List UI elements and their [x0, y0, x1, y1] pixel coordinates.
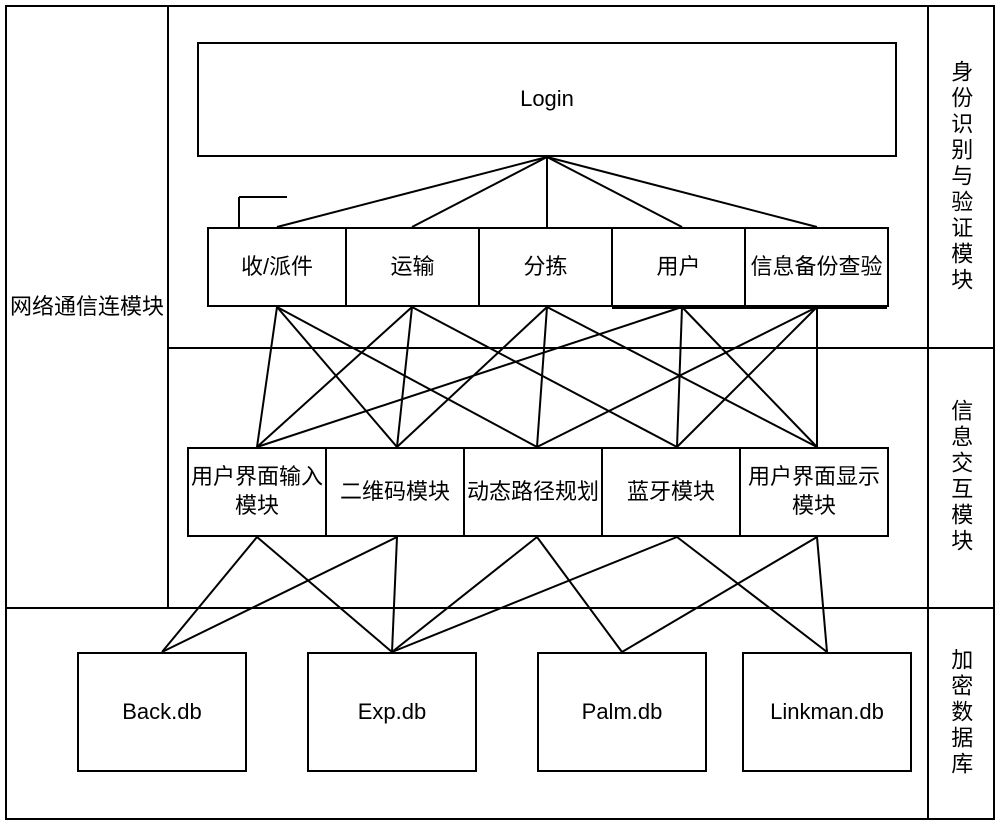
- mid-item-4: 用户界面显示模块: [739, 447, 889, 537]
- top-item-3: 用户: [611, 227, 746, 307]
- section1-label: 身份识别与验证模块: [927, 7, 993, 347]
- db-item-0: Back.db: [77, 652, 247, 772]
- db-item-1-text: Exp.db: [358, 698, 427, 727]
- top-item-4-text: 信息备份查验: [750, 253, 882, 282]
- divider-2: [7, 607, 993, 609]
- top-item-1-text: 运输: [390, 253, 434, 282]
- db-item-2: Palm.db: [537, 652, 707, 772]
- db-item-3: Linkman.db: [742, 652, 912, 772]
- db-item-2-text: Palm.db: [582, 698, 663, 727]
- top-item-2: 分拣: [478, 227, 613, 307]
- section1-text: 身份识别与验证模块: [946, 60, 975, 294]
- mid-item-1-text: 二维码模块: [340, 478, 450, 507]
- divider-left: [167, 7, 169, 607]
- section2-text: 信息交互模块: [946, 399, 975, 555]
- divider-1: [167, 347, 993, 349]
- top-item-4: 信息备份查验: [744, 227, 889, 307]
- mid-item-4-text: 用户界面显示模块: [743, 463, 885, 520]
- section3-text: 加密数据库: [946, 648, 975, 778]
- mid-item-3-text: 蓝牙模块: [627, 478, 715, 507]
- login-box: Login: [197, 42, 897, 157]
- left-module-label: 网络通信连模块: [7, 7, 167, 607]
- db-item-0-text: Back.db: [122, 698, 202, 727]
- mid-item-2-text: 动态路径规划: [467, 478, 599, 507]
- db-item-1: Exp.db: [307, 652, 477, 772]
- mid-item-0: 用户界面输入模块: [187, 447, 327, 537]
- top-item-3-text: 用户: [656, 253, 700, 282]
- top-item-2-text: 分拣: [523, 253, 567, 282]
- mid-item-0-text: 用户界面输入模块: [191, 463, 323, 520]
- top-item-0: 收/派件: [207, 227, 347, 307]
- left-module-text: 网络通信连模块: [10, 293, 164, 322]
- section3-label: 加密数据库: [927, 607, 993, 818]
- mid-item-1: 二维码模块: [325, 447, 465, 537]
- login-text: Login: [520, 85, 574, 114]
- section2-label: 信息交互模块: [927, 347, 993, 607]
- top-item-0-text: 收/派件: [241, 253, 313, 282]
- top-item-1: 运输: [345, 227, 480, 307]
- mid-item-2: 动态路径规划: [463, 447, 603, 537]
- mid-item-3: 蓝牙模块: [601, 447, 741, 537]
- diagram-canvas: 网络通信连模块 身份识别与验证模块 Login 收/派件 运输 分拣 用户 信息…: [5, 5, 995, 820]
- db-item-3-text: Linkman.db: [770, 698, 884, 727]
